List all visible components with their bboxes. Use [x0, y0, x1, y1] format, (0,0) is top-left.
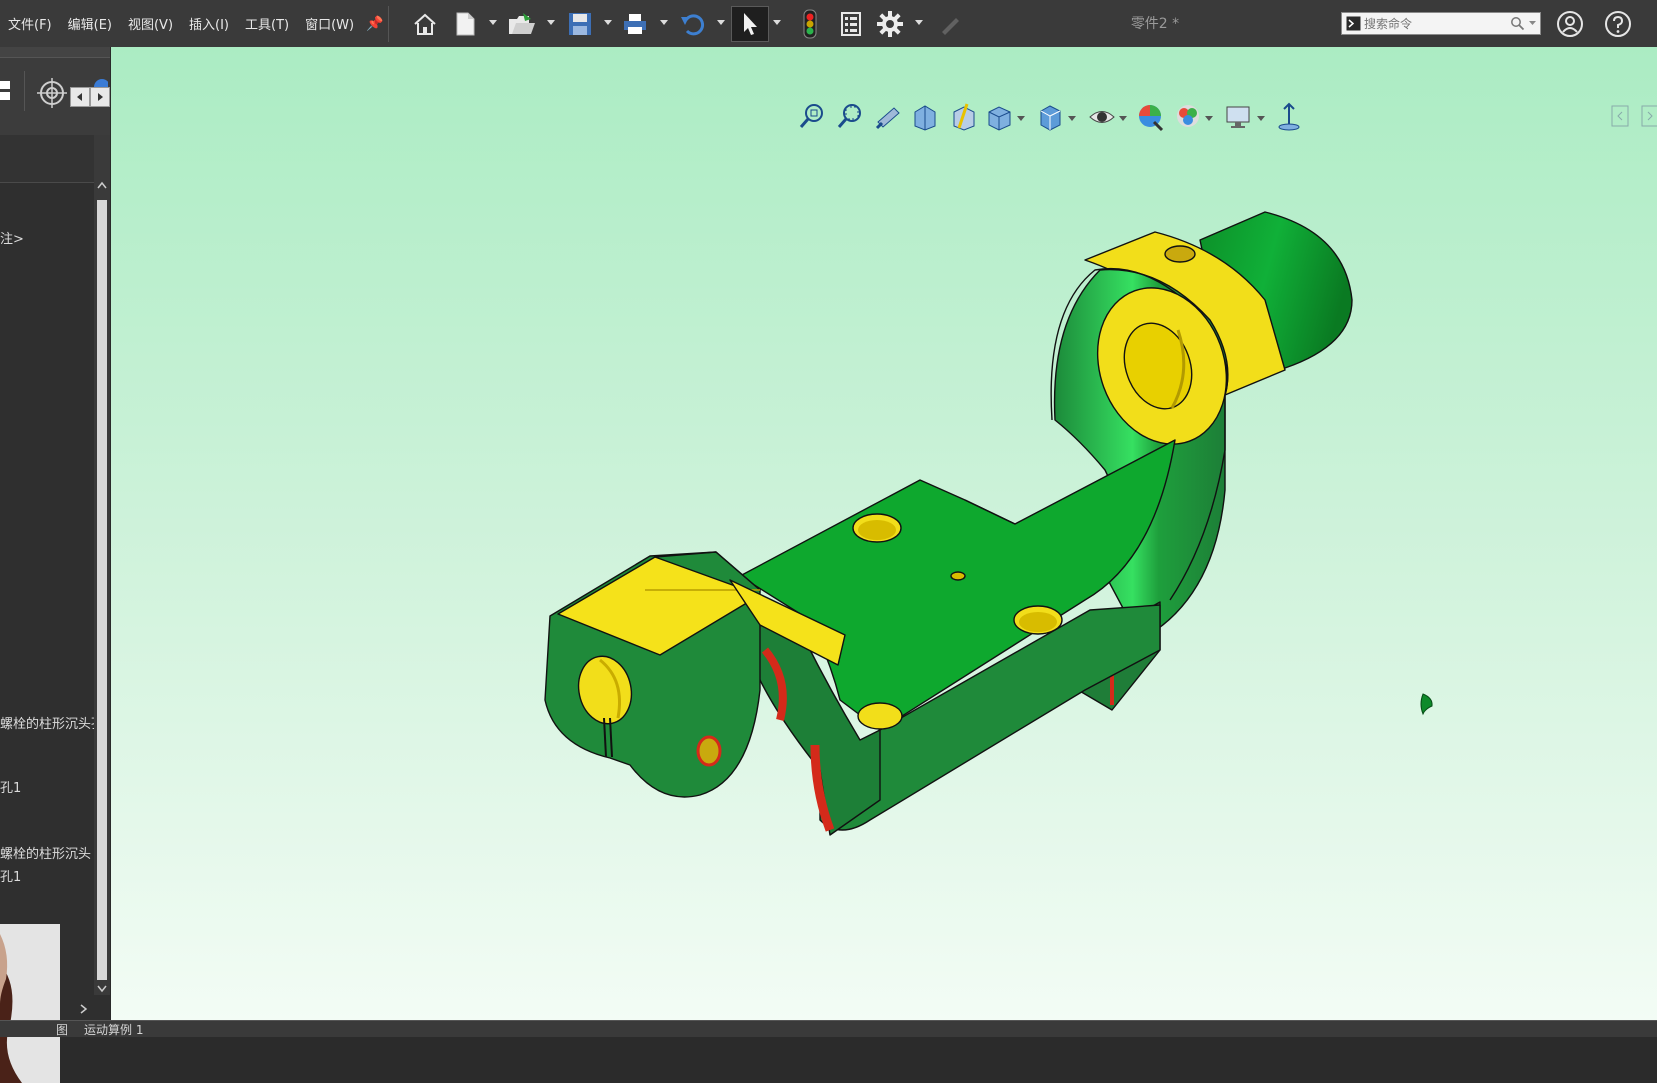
scroll-down-icon[interactable] — [97, 983, 107, 993]
disabled-tool-button — [932, 6, 968, 42]
undo-icon — [681, 14, 705, 36]
options-gear-icon — [877, 11, 903, 37]
document-title: 零件2 * — [1130, 16, 1180, 32]
chevron-down-icon — [717, 20, 725, 25]
tree-item-cbore-hole[interactable]: 螺栓的柱形沉头孔 — [0, 713, 95, 732]
tab-motion-study[interactable]: 运动算例 1 — [84, 1021, 143, 1038]
menu-bar: 文件(F) 编辑(E) 视图(V) 插入(I) 工具(T) 窗口(W) 📌 — [0, 0, 384, 47]
search-box[interactable] — [1341, 12, 1541, 35]
rebuild-traffic-light-icon — [803, 9, 817, 39]
menu-view[interactable]: 视图(V) — [120, 14, 181, 33]
tab-model[interactable]: 图 — [56, 1021, 68, 1038]
mouse-cursor-icon — [1420, 693, 1433, 716]
select-arrow-icon — [744, 13, 757, 35]
toolbar-separator — [388, 6, 389, 42]
chevron-right-icon — [98, 93, 103, 101]
chevron-down-icon — [915, 20, 923, 25]
chevron-down-icon — [604, 20, 612, 25]
chevron-down-icon[interactable] — [1528, 19, 1537, 28]
webcam-overlay — [0, 924, 60, 1083]
menu-file[interactable]: 文件(F) — [0, 14, 60, 33]
save-button[interactable] — [562, 6, 598, 42]
tree-item-hole-2[interactable]: 孔1 — [0, 866, 95, 885]
configuration-manager-icon[interactable] — [0, 77, 14, 105]
panel-tabs — [0, 47, 110, 136]
menu-edit[interactable]: 编辑(E) — [60, 14, 120, 33]
undo-button[interactable] — [674, 6, 710, 42]
chevron-down-icon — [547, 20, 555, 25]
rebuild-button[interactable] — [792, 6, 828, 42]
user-account-icon[interactable] — [1556, 10, 1584, 38]
open-folder-icon — [509, 13, 535, 34]
help-icon[interactable] — [1604, 10, 1632, 38]
open-button[interactable] — [504, 6, 540, 42]
save-icon — [569, 13, 591, 35]
sketch-tool-icon — [942, 18, 959, 35]
top-bar: 文件(F) 编辑(E) 视图(V) 插入(I) 工具(T) 窗口(W) 📌 零件… — [0, 0, 1657, 48]
dimxpert-icon[interactable] — [36, 77, 68, 109]
graphics-viewport[interactable] — [111, 47, 1657, 1020]
menu-tools[interactable]: 工具(T) — [237, 14, 297, 33]
options-dropdown[interactable] — [914, 16, 924, 30]
scrollbar-thumb[interactable] — [97, 200, 107, 980]
chevron-down-icon — [489, 20, 497, 25]
feature-manager-panel: 注> 螺栓的柱形沉头孔 孔1 螺栓的柱形沉头 孔1 — [0, 47, 110, 1083]
tree-item-annotations[interactable]: 注> — [0, 228, 95, 247]
tab-scroll-right[interactable] — [90, 87, 110, 107]
new-document-icon — [456, 12, 475, 36]
options-button[interactable] — [872, 6, 908, 42]
scroll-up-icon[interactable] — [97, 181, 107, 191]
tab-scroll-left[interactable] — [70, 87, 90, 107]
file-properties-button[interactable] — [833, 6, 869, 42]
command-prompt-icon — [1346, 16, 1361, 31]
home-icon — [414, 13, 436, 35]
print-button[interactable] — [617, 6, 653, 42]
panel-scrollbar[interactable] — [94, 135, 110, 995]
file-properties-icon — [841, 12, 861, 36]
new-dropdown[interactable] — [488, 16, 498, 30]
new-document-button[interactable] — [447, 6, 483, 42]
menu-window[interactable]: 窗口(W) — [297, 14, 362, 33]
pin-icon[interactable]: 📌 — [366, 16, 383, 32]
print-icon — [624, 14, 646, 34]
open-dropdown[interactable] — [546, 16, 556, 30]
select-dropdown[interactable] — [772, 16, 782, 30]
search-icon[interactable] — [1510, 16, 1525, 31]
chevron-left-icon — [77, 93, 82, 101]
hscroll-right-icon[interactable] — [78, 1004, 88, 1014]
tree-filter-bar — [0, 135, 100, 183]
part-3d-model[interactable] — [111, 47, 1657, 1020]
menu-insert[interactable]: 插入(I) — [181, 14, 237, 33]
home-button[interactable] — [407, 6, 443, 42]
save-dropdown[interactable] — [603, 16, 613, 30]
search-input[interactable] — [1364, 14, 1514, 33]
bottom-tab-bar: 图 运动算例 1 — [0, 1020, 1657, 1037]
print-dropdown[interactable] — [659, 16, 669, 30]
select-button[interactable] — [731, 6, 769, 42]
undo-dropdown[interactable] — [716, 16, 726, 30]
presenter-video-image — [0, 924, 60, 1083]
chevron-down-icon — [660, 20, 668, 25]
chevron-down-icon — [773, 20, 781, 25]
tree-item-cbore-hole-2[interactable]: 螺栓的柱形沉头 — [0, 843, 95, 862]
tree-item-hole[interactable]: 孔1 — [0, 777, 95, 796]
